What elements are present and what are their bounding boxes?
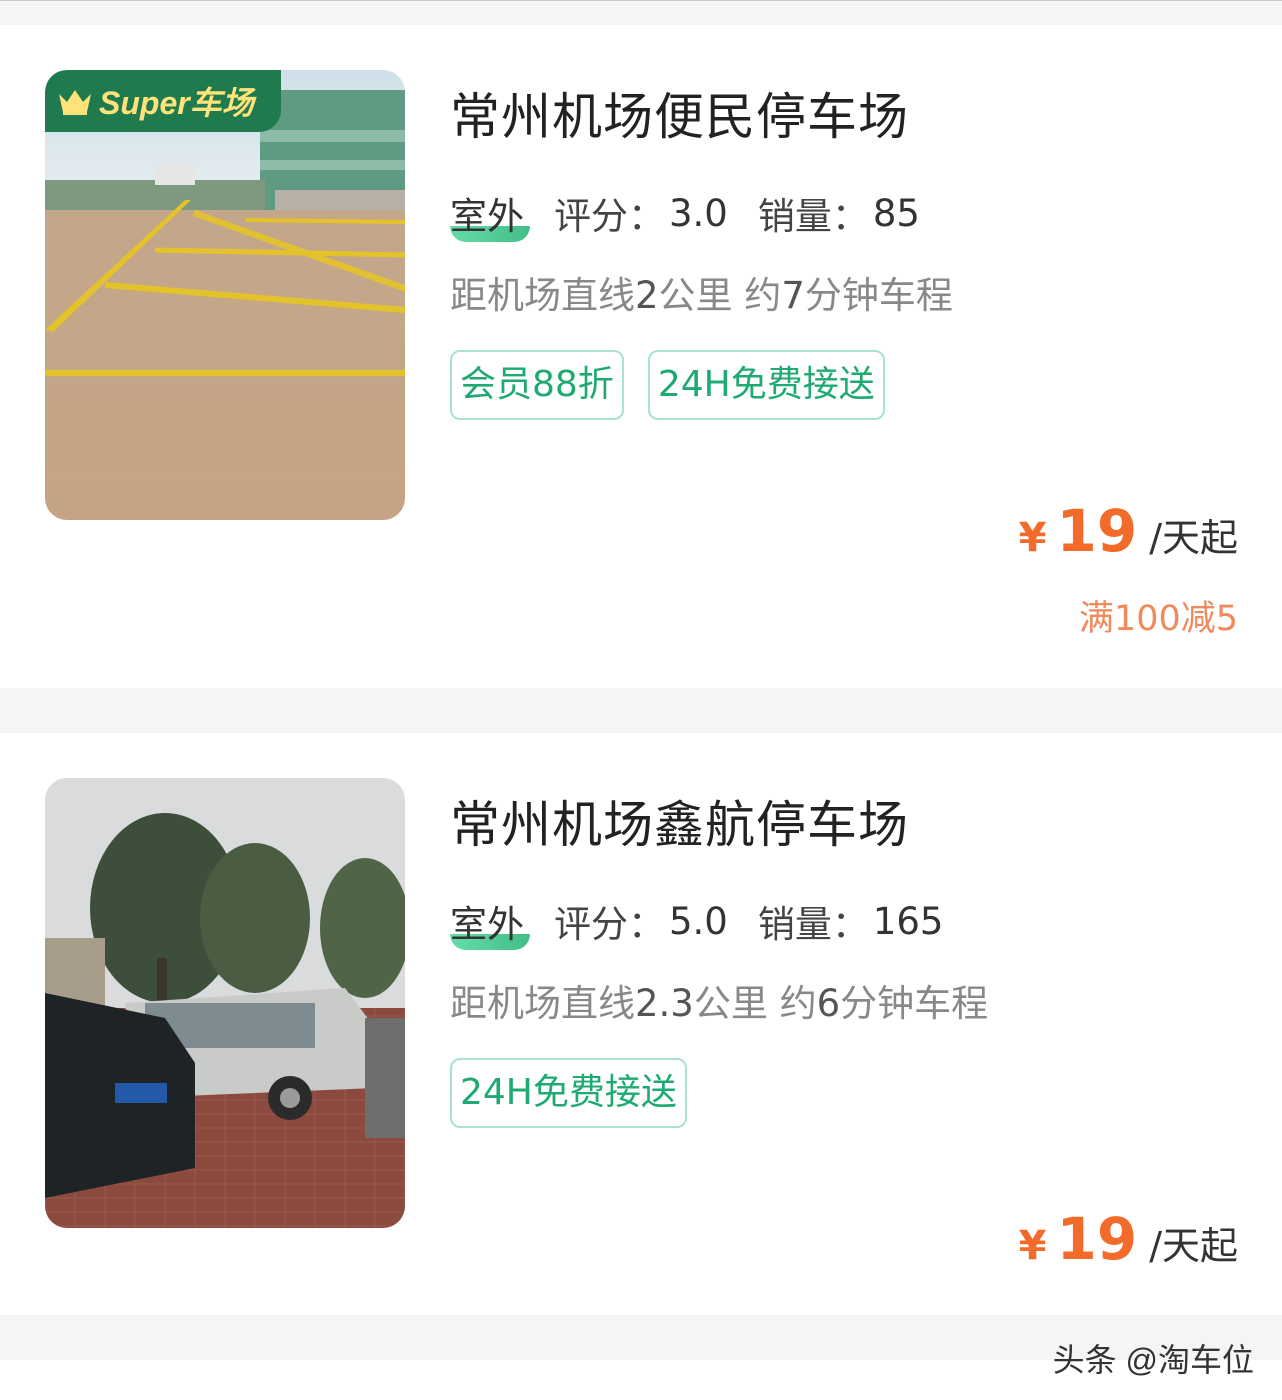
member-discount-tag: 会员88折 bbox=[450, 350, 624, 420]
sales-label: 销量： bbox=[757, 195, 869, 238]
distance-info: 距机场直线2公里 约7分钟车程 bbox=[450, 274, 953, 317]
location-type-badge: 室外 bbox=[450, 894, 530, 950]
sales-value: 85 bbox=[872, 191, 920, 235]
feature-tags: 24H免费接送 bbox=[450, 1058, 711, 1128]
rating-value: 5.0 bbox=[669, 899, 728, 943]
listing-meta: 室外 评分： 5.0 销量： 165 bbox=[450, 894, 944, 950]
distance-info: 距机场直线2.3公里 约6分钟车程 bbox=[450, 982, 989, 1025]
free-shuttle-tag: 24H免费接送 bbox=[450, 1058, 687, 1128]
free-shuttle-tag: 24H免费接送 bbox=[647, 350, 885, 420]
price-block: ¥ 19 /天起 bbox=[1019, 497, 1238, 565]
rating-label: 评分： bbox=[554, 195, 665, 238]
location-type-badge: 室外 bbox=[450, 186, 530, 242]
distance-km: 2.3 bbox=[635, 982, 694, 1025]
feature-tags: 会员88折 24H免费接送 bbox=[450, 350, 909, 420]
price-amount: 19 bbox=[1056, 497, 1138, 565]
currency-symbol: ¥ bbox=[1018, 1223, 1047, 1269]
crown-icon bbox=[59, 90, 91, 115]
distance-km: 2 bbox=[635, 274, 659, 317]
rating-value: 3.0 bbox=[669, 191, 728, 235]
drive-minutes: 7 bbox=[781, 274, 805, 317]
promo-text: 满100减5 bbox=[1078, 599, 1238, 639]
parking-lot-image bbox=[45, 70, 405, 520]
currency-symbol: ¥ bbox=[1018, 515, 1047, 561]
price-amount: 19 bbox=[1056, 1205, 1138, 1273]
price-unit: /天起 bbox=[1149, 1224, 1238, 1268]
price-unit: /天起 bbox=[1149, 516, 1238, 560]
badge-label: Super车场 bbox=[99, 85, 254, 121]
sales-label: 销量： bbox=[757, 903, 869, 946]
parking-lot-image bbox=[45, 778, 405, 1228]
listing-title[interactable]: 常州机场便民停车场 bbox=[450, 77, 909, 149]
parking-lot-photo[interactable]: Super车场 bbox=[45, 70, 405, 520]
listing-meta: 室外 评分： 3.0 销量： 85 bbox=[450, 186, 920, 242]
rating-label: 评分： bbox=[554, 903, 665, 946]
price-block: ¥ 19 /天起 bbox=[1019, 1205, 1238, 1273]
parking-lot-photo[interactable] bbox=[45, 778, 405, 1228]
parking-listing-card[interactable]: 常州机场鑫航停车场 室外 评分： 5.0 销量： 165 距机场直线2.3公里 … bbox=[0, 733, 1282, 1315]
super-parking-badge: Super车场 bbox=[45, 70, 281, 132]
source-watermark: 头条 @淘车位 bbox=[1052, 1342, 1254, 1378]
sales-value: 165 bbox=[872, 899, 944, 943]
listing-title[interactable]: 常州机场鑫航停车场 bbox=[450, 785, 909, 857]
drive-minutes: 6 bbox=[816, 982, 841, 1025]
top-divider bbox=[0, 0, 1282, 1]
parking-listing-card[interactable]: Super车场 常州机场便民停车场 室外 评分： 3.0 销量： 85 距机场直… bbox=[0, 25, 1282, 688]
